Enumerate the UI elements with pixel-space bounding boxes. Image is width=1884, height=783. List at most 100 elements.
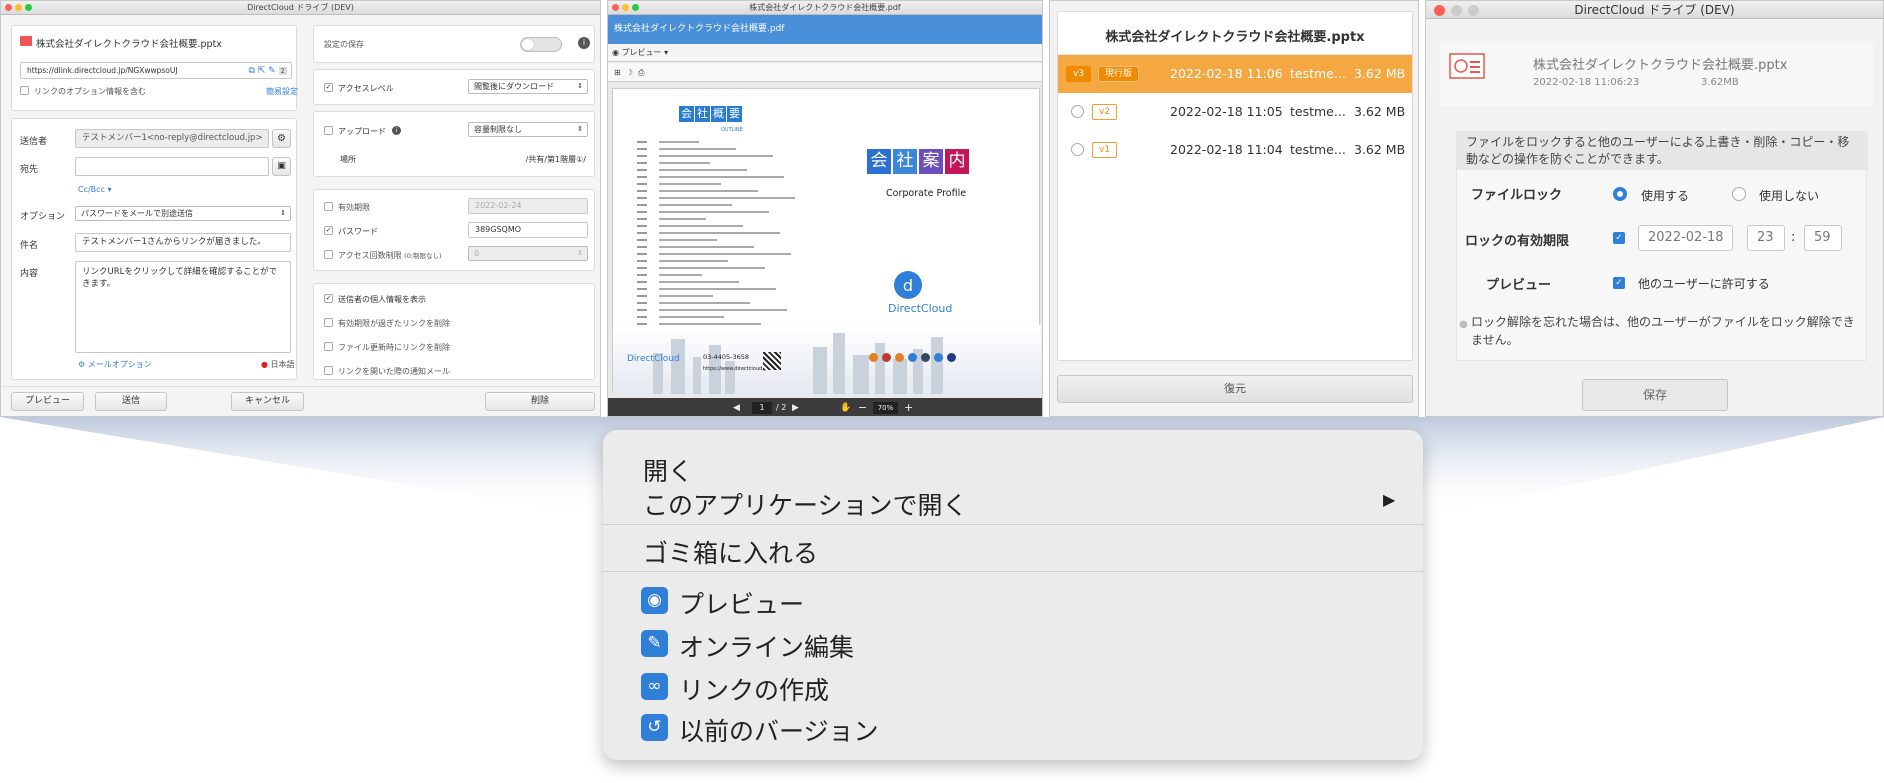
- expiry-checkbox[interactable]: ✓: [1613, 232, 1625, 244]
- version-tag: v2: [1092, 104, 1118, 120]
- delete-button[interactable]: 削除: [485, 392, 595, 411]
- save-setting-toggle[interactable]: [520, 37, 562, 52]
- version-row[interactable]: v1 2022-02-18 11:04 testme... 3.62 MB: [1058, 131, 1412, 169]
- short-setting-link[interactable]: 簡易設定: [266, 86, 298, 97]
- language-select[interactable]: ● 日本語: [261, 359, 295, 370]
- preview-toolbar[interactable]: ◉ プレビュー ▾: [608, 44, 1042, 62]
- not-use-radio[interactable]: [1732, 187, 1746, 201]
- restore-button[interactable]: 復元: [1057, 375, 1413, 403]
- preview-button[interactable]: プレビュー: [11, 392, 84, 411]
- expiry-date-field[interactable]: 2022-02-18: [1638, 225, 1733, 251]
- expiry-field[interactable]: 2022-02-24: [468, 198, 588, 214]
- zoom-dot[interactable]: [1468, 5, 1479, 16]
- link-options-panel: ✓ 送信者の個人情報を表示 有効期限が過ぎたリンクを削除 ファイル更新時にリンク…: [313, 283, 595, 380]
- link-option-checkbox[interactable]: [20, 86, 29, 95]
- info-line: [637, 176, 647, 178]
- save-button[interactable]: 保存: [1582, 379, 1728, 411]
- zoom-level[interactable]: 70%: [873, 402, 898, 414]
- menu-trash[interactable]: ゴミ箱に入れる: [643, 534, 818, 570]
- expiry-label: 有効期限: [338, 203, 370, 212]
- pptx-file-icon: [1449, 53, 1485, 79]
- outline-char: 会: [679, 106, 694, 122]
- cc-bcc-link[interactable]: Cc/Bcc ▾: [78, 185, 112, 194]
- version-tag: v1: [1092, 142, 1118, 158]
- notify-open-checkbox[interactable]: [324, 366, 333, 375]
- upload-select[interactable]: 容量制限なし: [468, 122, 588, 137]
- zoom-out-icon[interactable]: −: [858, 398, 867, 416]
- send-button[interactable]: 送信: [95, 392, 167, 411]
- access-count-select[interactable]: 0: [468, 246, 588, 261]
- pencil-icon: ✎: [641, 630, 668, 657]
- version-radio[interactable]: [1071, 143, 1084, 156]
- link-tools[interactable]: ⧉ ⇱ ✎ 2: [248, 64, 287, 78]
- link-url-field[interactable]: https://dlink.directcloud.jp/NGXwwpsoUJ …: [20, 62, 292, 79]
- menu-online-edit[interactable]: オンライン編集: [679, 628, 854, 664]
- version-row[interactable]: v3 現行版 2022-02-18 11:06 testme... 3.62 MB: [1058, 55, 1412, 93]
- access-level-checkbox[interactable]: ✓: [324, 83, 333, 92]
- info-icon[interactable]: i: [578, 37, 590, 49]
- expiry-checkbox[interactable]: [324, 202, 333, 211]
- option-select[interactable]: パスワードをメールで別途送信: [75, 206, 291, 221]
- delete-expired-checkbox[interactable]: [324, 318, 333, 327]
- footer-website: https://www.directcloud.jp: [703, 366, 769, 372]
- delete-on-update-checkbox[interactable]: [324, 342, 333, 351]
- body-textarea[interactable]: リンクURLをクリックして詳細を確認することができます。: [75, 261, 291, 353]
- zoom-in-icon[interactable]: +: [904, 398, 913, 416]
- prev-page-icon[interactable]: ◀: [733, 398, 740, 416]
- preview-checkbox[interactable]: ✓: [1613, 277, 1625, 289]
- use-radio[interactable]: [1613, 187, 1627, 201]
- version-user: testme...: [1290, 104, 1346, 119]
- to-field[interactable]: [75, 157, 269, 176]
- contacts-icon[interactable]: ▣: [272, 157, 291, 176]
- minimize-dot[interactable]: [1451, 5, 1462, 16]
- pdf-tools[interactable]: ⊞ ☽ ⎙: [608, 63, 1042, 82]
- zoom-dot[interactable]: [25, 4, 32, 11]
- subject-field[interactable]: テストメンバー1さんからリンクが届きました。: [75, 233, 291, 252]
- show-sender-checkbox[interactable]: ✓: [324, 294, 333, 303]
- info-line: [637, 253, 647, 255]
- password-field[interactable]: 389GSQMO: [468, 222, 588, 238]
- menu-open-with[interactable]: このアプリケーションで開く: [643, 486, 968, 522]
- cancel-button[interactable]: キャンセル: [231, 392, 304, 411]
- minimize-dot[interactable]: [622, 4, 629, 11]
- info-line: [637, 309, 647, 311]
- preview-allow-label: 他のユーザーに許可する: [1638, 277, 1770, 291]
- close-dot[interactable]: [1434, 5, 1445, 16]
- version-radio[interactable]: [1071, 105, 1084, 118]
- hand-tool-icon[interactable]: ✋: [840, 398, 851, 416]
- certification-logos: [869, 353, 956, 362]
- eye-icon: ◉: [641, 587, 668, 614]
- next-page-icon[interactable]: ▶: [792, 398, 799, 416]
- menu-create-link[interactable]: リンクの作成: [679, 671, 829, 707]
- minute-field[interactable]: 59: [1804, 225, 1842, 251]
- upload-checkbox[interactable]: [324, 126, 333, 135]
- footer-phone: 03-4405-3658: [703, 353, 750, 361]
- hour-field[interactable]: 23: [1747, 225, 1785, 251]
- info-icon[interactable]: i: [392, 126, 401, 135]
- mail-option-link[interactable]: ⚙ メールオプション: [78, 359, 152, 370]
- close-dot[interactable]: [612, 4, 619, 11]
- sender-field[interactable]: テストメンバー1<no-reply@directcloud.jp>: [75, 129, 269, 148]
- page-input[interactable]: 1: [752, 402, 772, 414]
- menu-open[interactable]: 開く: [643, 452, 693, 488]
- password-checkbox[interactable]: ✓: [324, 226, 333, 235]
- menu-previous-version[interactable]: 以前のバージョン: [679, 712, 879, 748]
- language-label: 日本語: [270, 360, 295, 369]
- file-title: 株式会社ダイレクトクラウド会社概要.pptx: [1105, 30, 1365, 45]
- version-user: testme...: [1290, 142, 1346, 157]
- access-level-select[interactable]: 閲覧後にダウンロード: [468, 79, 588, 94]
- info-line: [659, 288, 776, 290]
- close-dot[interactable]: [5, 4, 12, 11]
- minimize-dot[interactable]: [15, 4, 22, 11]
- version-row[interactable]: v2 2022-02-18 11:05 testme... 3.62 MB: [1058, 93, 1412, 131]
- expiry-label: ロックの有効期限: [1465, 234, 1570, 249]
- menu-preview[interactable]: プレビュー: [679, 585, 804, 621]
- gear-icon[interactable]: ⚙: [272, 129, 291, 148]
- access-count-checkbox[interactable]: [324, 250, 333, 259]
- qr-code: [763, 352, 781, 370]
- link-count-badge: 2: [278, 67, 287, 75]
- access-level-label: アクセスレベル: [338, 84, 394, 93]
- info-line: [637, 267, 647, 269]
- outline-char: 社: [695, 106, 710, 122]
- zoom-dot[interactable]: [632, 4, 639, 11]
